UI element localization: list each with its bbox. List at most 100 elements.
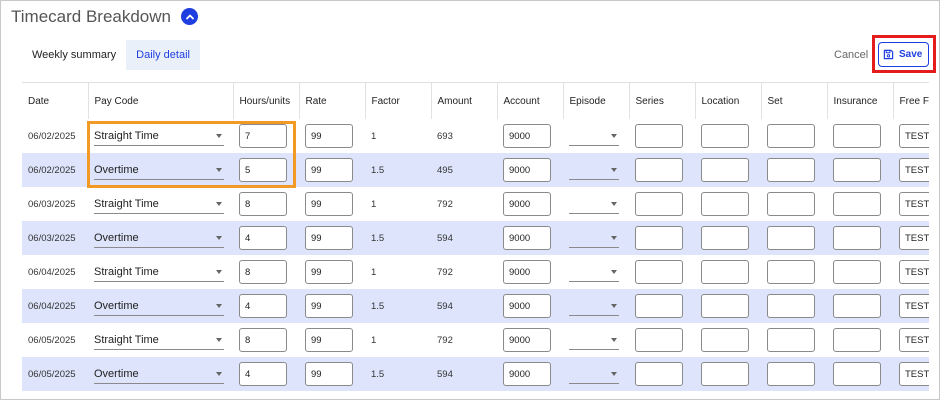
- rate-input[interactable]: 99: [305, 158, 353, 182]
- rate-input[interactable]: 99: [305, 226, 353, 250]
- rate-input[interactable]: 99: [305, 294, 353, 318]
- set-input[interactable]: [767, 294, 815, 318]
- episode-select[interactable]: [569, 126, 619, 146]
- location-input[interactable]: [701, 362, 749, 386]
- episode-cell: [563, 289, 629, 323]
- set-input[interactable]: [767, 260, 815, 284]
- episode-select[interactable]: [569, 296, 619, 316]
- episode-select[interactable]: [569, 194, 619, 214]
- tab-daily-detail[interactable]: Daily detail: [126, 40, 200, 70]
- rate-input[interactable]: 99: [305, 362, 353, 386]
- insurance-input[interactable]: [833, 192, 881, 216]
- series-input[interactable]: [635, 294, 683, 318]
- location-input[interactable]: [701, 294, 749, 318]
- free-field-input[interactable]: TEST: [899, 192, 929, 216]
- account-input[interactable]: 9000: [503, 226, 551, 250]
- insurance-input[interactable]: [833, 124, 881, 148]
- collapse-button[interactable]: [181, 8, 198, 25]
- episode-select[interactable]: [569, 160, 619, 180]
- column-header-rate[interactable]: Rate: [298, 83, 365, 119]
- column-header-date[interactable]: Date: [22, 83, 88, 119]
- pay-code-select[interactable]: Overtime: [94, 228, 224, 248]
- free-field-input[interactable]: TEST: [899, 260, 929, 284]
- pay-code-select[interactable]: Overtime: [94, 296, 224, 316]
- series-input[interactable]: [635, 328, 683, 352]
- account-input[interactable]: 9000: [503, 158, 551, 182]
- account-input[interactable]: 9000: [503, 192, 551, 216]
- hours-input[interactable]: 8: [239, 192, 287, 216]
- hours-input[interactable]: 4: [239, 362, 287, 386]
- rate-input[interactable]: 99: [305, 328, 353, 352]
- set-input[interactable]: [767, 362, 815, 386]
- column-header-factor[interactable]: Factor: [364, 83, 431, 119]
- hours-input[interactable]: 8: [239, 328, 287, 352]
- location-input[interactable]: [701, 328, 749, 352]
- location-input[interactable]: [701, 158, 749, 182]
- series-input[interactable]: [635, 260, 683, 284]
- column-header-series[interactable]: Series: [628, 83, 695, 119]
- account-input[interactable]: 9000: [503, 328, 551, 352]
- free-field-input[interactable]: TEST: [899, 294, 929, 318]
- episode-select[interactable]: [569, 262, 619, 282]
- rate-input[interactable]: 99: [305, 124, 353, 148]
- column-header-account[interactable]: Account: [496, 83, 563, 119]
- hours-input[interactable]: 8: [239, 260, 287, 284]
- column-header-free-field[interactable]: Free Fie: [892, 83, 929, 119]
- account-input[interactable]: 9000: [503, 362, 551, 386]
- hours-input[interactable]: 4: [239, 294, 287, 318]
- cancel-button[interactable]: Cancel: [834, 49, 868, 61]
- location-input[interactable]: [701, 260, 749, 284]
- column-header-set[interactable]: Set: [760, 83, 827, 119]
- rate-input[interactable]: 99: [305, 192, 353, 216]
- series-input[interactable]: [635, 192, 683, 216]
- pay-code-select[interactable]: Overtime: [94, 364, 224, 384]
- set-input[interactable]: [767, 158, 815, 182]
- location-input[interactable]: [701, 124, 749, 148]
- hours-input[interactable]: 7: [239, 124, 287, 148]
- hours-input[interactable]: 5: [239, 158, 287, 182]
- column-header-location[interactable]: Location: [694, 83, 761, 119]
- column-header-hours[interactable]: Hours/units: [232, 83, 299, 119]
- pay-code-value: Straight Time: [94, 129, 159, 142]
- pay-code-select[interactable]: Straight Time: [94, 126, 224, 146]
- location-input[interactable]: [701, 192, 749, 216]
- pay-code-select[interactable]: Straight Time: [94, 262, 224, 282]
- column-header-pay-code[interactable]: Pay Code: [87, 83, 233, 119]
- episode-select[interactable]: [569, 330, 619, 350]
- episode-select[interactable]: [569, 364, 619, 384]
- save-button[interactable]: Save: [878, 42, 929, 67]
- pay-code-select[interactable]: Straight Time: [94, 330, 224, 350]
- insurance-input[interactable]: [833, 328, 881, 352]
- free-field-input[interactable]: TEST: [899, 226, 929, 250]
- episode-select[interactable]: [569, 228, 619, 248]
- rate-input[interactable]: 99: [305, 260, 353, 284]
- set-input[interactable]: [767, 226, 815, 250]
- free-field-input[interactable]: TEST: [899, 124, 929, 148]
- series-input[interactable]: [635, 124, 683, 148]
- hours-input[interactable]: 4: [239, 226, 287, 250]
- account-input[interactable]: 9000: [503, 124, 551, 148]
- pay-code-select[interactable]: Overtime: [94, 160, 224, 180]
- series-input[interactable]: [635, 362, 683, 386]
- set-input[interactable]: [767, 124, 815, 148]
- tab-weekly-summary[interactable]: Weekly summary: [22, 40, 126, 70]
- column-header-insurance[interactable]: Insurance: [826, 83, 893, 119]
- free-field-input[interactable]: TEST: [899, 158, 929, 182]
- column-header-amount[interactable]: Amount: [430, 83, 497, 119]
- free-field-input[interactable]: TEST: [899, 362, 929, 386]
- insurance-input[interactable]: [833, 362, 881, 386]
- series-input[interactable]: [635, 226, 683, 250]
- account-input[interactable]: 9000: [503, 260, 551, 284]
- account-input[interactable]: 9000: [503, 294, 551, 318]
- location-input[interactable]: [701, 226, 749, 250]
- set-input[interactable]: [767, 328, 815, 352]
- insurance-input[interactable]: [833, 294, 881, 318]
- insurance-input[interactable]: [833, 158, 881, 182]
- free-field-input[interactable]: TEST: [899, 328, 929, 352]
- pay-code-select[interactable]: Straight Time: [94, 194, 224, 214]
- series-input[interactable]: [635, 158, 683, 182]
- column-header-episode[interactable]: Episode: [562, 83, 629, 119]
- set-input[interactable]: [767, 192, 815, 216]
- insurance-input[interactable]: [833, 260, 881, 284]
- insurance-input[interactable]: [833, 226, 881, 250]
